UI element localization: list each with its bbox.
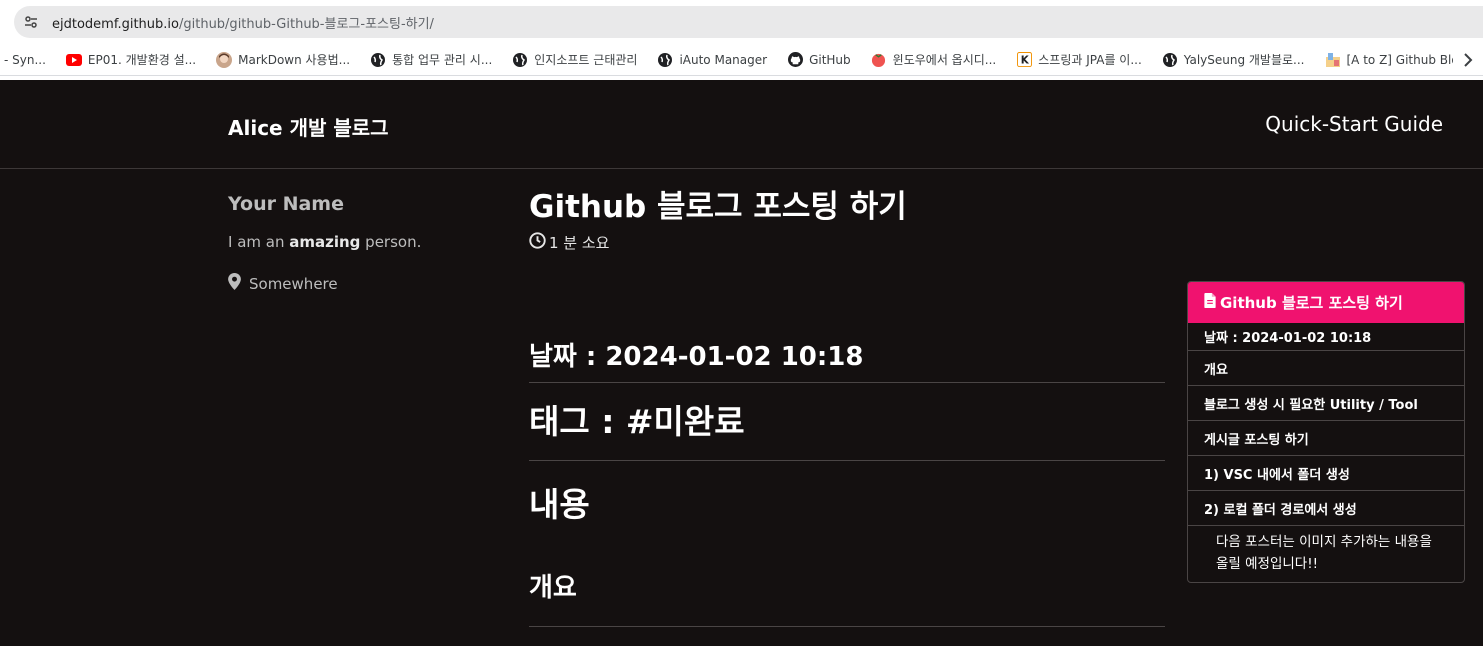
author-bio: I am an amazing person.: [228, 233, 488, 251]
author-location: Somewhere: [228, 273, 488, 294]
bookmark-item[interactable]: - Syn...: [4, 53, 46, 67]
author-sidebar: Your Name I am an amazing person. Somewh…: [228, 193, 488, 294]
bookmark-item[interactable]: 인지소프트 근태관리: [512, 51, 637, 68]
author-bio-post: person.: [360, 233, 422, 251]
post-main: Github 블로그 포스팅 하기 1 분 소요 날짜 : 2024-01-02…: [529, 189, 1165, 627]
bookmark-item[interactable]: MarkDown 사용법...: [216, 51, 350, 68]
site-info-icon[interactable]: [20, 11, 42, 33]
browser-toolbar: ejdtodemf.github.io/github/github-Github…: [0, 0, 1483, 44]
bookmark-item[interactable]: iAuto Manager: [657, 52, 767, 68]
author-bio-pre: I am an: [228, 233, 290, 251]
address-bar[interactable]: ejdtodemf.github.io/github/github-Github…: [14, 6, 1483, 38]
bookmark-label: 통합 업무 관리 시...: [392, 53, 493, 67]
bookmark-label: YalySeung 개발블로...: [1183, 53, 1305, 67]
author-bio-bold: amazing: [289, 233, 361, 251]
author-name: Your Name: [228, 193, 344, 215]
bookmark-label: MarkDown 사용법...: [238, 53, 351, 67]
map-marker-icon: [228, 273, 241, 294]
url-text[interactable]: ejdtodemf.github.io/github/github-Github…: [52, 13, 434, 32]
toc-link[interactable]: 1) VSC 내에서 폴더 생성: [1188, 455, 1464, 490]
bookmark-item[interactable]: 통합 업무 관리 시...: [370, 51, 492, 68]
author-location-text: Somewhere: [249, 274, 338, 293]
heading-content: 내용: [529, 485, 590, 524]
bookmark-item[interactable]: GitHub: [787, 52, 851, 68]
bookmark-label: iAuto Manager: [679, 52, 768, 67]
bookmark-item[interactable]: 윈도우에서 옵시디...: [871, 51, 997, 68]
bookmark-label: EP01. 개발환경 설...: [87, 53, 197, 67]
github-icon: [787, 52, 803, 68]
read-time: 1 분 소요: [529, 232, 1165, 253]
globe-icon: [512, 52, 528, 68]
url-path: /github/github-Github-블로그-포스팅-하기/: [178, 16, 434, 32]
svg-text:K: K: [1021, 55, 1030, 67]
bookmark-label: - Syn...: [4, 52, 46, 67]
toc-link[interactable]: 2) 로컬 폴더 경로에서 생성: [1188, 490, 1464, 525]
toc-link[interactable]: 블로그 생성 시 필요한 Utility / Tool: [1188, 385, 1464, 420]
read-time-text: 1 분 소요: [549, 234, 610, 253]
globe-icon: [1162, 52, 1178, 68]
toc-link[interactable]: 날짜 : 2024-01-02 10:18: [1188, 323, 1464, 350]
bookmark-item[interactable]: EP01. 개발환경 설...: [65, 51, 197, 68]
toc-title: Github 블로그 포스팅 하기: [1220, 294, 1403, 312]
tomato-icon: [871, 52, 887, 68]
toc-sublink[interactable]: 다음 포스터는 이미지 추가하는 내용을 올릴 예정입니다!!: [1188, 525, 1464, 582]
clock-icon: [529, 232, 546, 253]
globe-icon: [657, 52, 673, 68]
blog-page: Alice 개발 블로그 Quick-Start Guide Your Name…: [0, 80, 1483, 646]
masthead: Alice 개발 블로그 Quick-Start Guide: [0, 80, 1483, 169]
bookmark-item[interactable]: [A to Z] Github Blo...: [1325, 52, 1470, 68]
bookmark-item[interactable]: K 스프링과 JPA를 이...: [1016, 51, 1142, 68]
toc-link[interactable]: 개요: [1188, 350, 1464, 385]
site-title-link[interactable]: Alice 개발 블로그: [228, 112, 389, 141]
k-icon: K: [1016, 52, 1032, 68]
heading-tag: 태그 : #미완료: [529, 395, 1165, 461]
bookmark-label: 인지소프트 근태관리: [534, 53, 638, 67]
bookmarks-bar: - Syn... EP01. 개발환경 설... MarkDown 사용법...…: [0, 44, 1483, 76]
avatar-icon: [216, 51, 233, 68]
file-icon: [1204, 293, 1216, 312]
toc-link[interactable]: 게시글 포스팅 하기: [1188, 420, 1464, 455]
table-of-contents: Github 블로그 포스팅 하기 날짜 : 2024-01-02 10:18 …: [1187, 281, 1465, 584]
post-title: Github 블로그 포스팅 하기: [529, 189, 907, 225]
chevron-right-icon[interactable]: [1453, 44, 1483, 75]
nav-quick-start-guide[interactable]: Quick-Start Guide: [1265, 112, 1443, 136]
bookmark-label: 스프링과 JPA를 이...: [1038, 53, 1142, 67]
blog-icon: [1325, 52, 1341, 68]
url-host: ejdtodemf.github.io: [52, 16, 179, 32]
bookmark-label: [A to Z] Github Blo...: [1346, 52, 1470, 67]
bookmark-label: GitHub: [809, 52, 851, 67]
heading-overview: 개요: [529, 567, 1165, 627]
toc-header: Github 블로그 포스팅 하기: [1188, 282, 1464, 323]
globe-icon: [370, 52, 386, 68]
bookmark-label: 윈도우에서 옵시디...: [892, 53, 997, 67]
bookmark-item[interactable]: YalySeung 개발블로...: [1162, 51, 1305, 68]
youtube-icon: [65, 52, 82, 68]
heading-date: 날짜 : 2024-01-02 10:18: [529, 336, 1165, 383]
